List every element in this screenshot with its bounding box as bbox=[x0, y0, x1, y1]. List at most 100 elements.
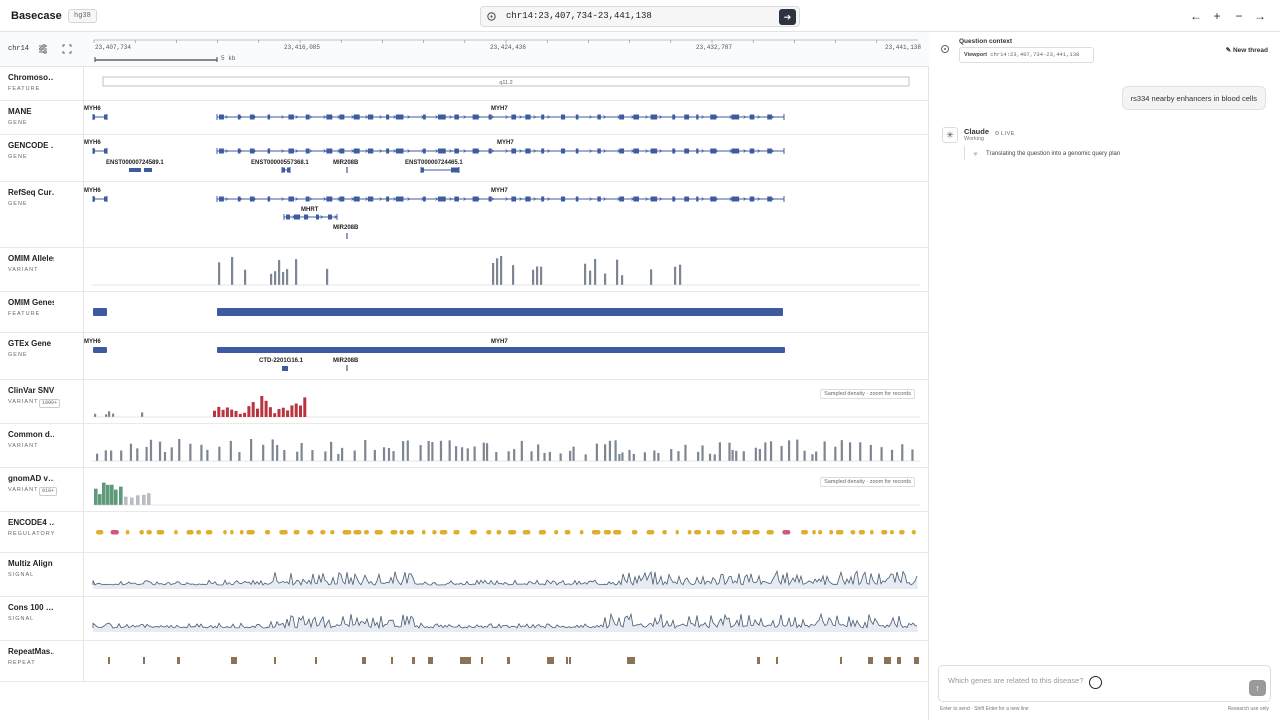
variant-bar[interactable] bbox=[230, 409, 234, 417]
variant-bar[interactable] bbox=[621, 275, 624, 285]
regulatory-element[interactable] bbox=[110, 530, 119, 535]
gene-exon[interactable] bbox=[421, 167, 424, 173]
variant-bar[interactable] bbox=[823, 441, 826, 461]
variant-bar[interactable] bbox=[98, 494, 102, 505]
variant-bar[interactable] bbox=[536, 266, 539, 285]
variant-bar[interactable] bbox=[270, 273, 273, 285]
regulatory-element[interactable] bbox=[279, 530, 288, 535]
gene-exon[interactable] bbox=[710, 114, 717, 120]
variant-bar[interactable] bbox=[218, 446, 221, 461]
variant-bar[interactable] bbox=[238, 413, 242, 417]
gene-exon[interactable] bbox=[367, 196, 374, 202]
repeat-element[interactable] bbox=[460, 657, 471, 664]
variant-bar[interactable] bbox=[454, 446, 458, 461]
variant-bar[interactable] bbox=[911, 449, 914, 461]
regulatory-element[interactable] bbox=[715, 530, 725, 535]
gtex-gene-bar[interactable] bbox=[217, 347, 785, 353]
variant-bar[interactable] bbox=[218, 262, 221, 285]
gene-label[interactable]: MYH6 bbox=[84, 339, 101, 345]
variant-bar[interactable] bbox=[281, 407, 285, 417]
regulatory-element[interactable] bbox=[186, 530, 194, 535]
variant-bar[interactable] bbox=[735, 450, 738, 461]
variant-bar[interactable] bbox=[530, 451, 533, 461]
message-composer[interactable]: Which genes are related to this disease?… bbox=[938, 665, 1271, 702]
gene-label[interactable]: ENST00000557368.1 bbox=[251, 160, 309, 166]
variant-bar[interactable] bbox=[713, 454, 716, 461]
regulatory-element[interactable] bbox=[812, 530, 816, 535]
variant-bar[interactable] bbox=[448, 440, 451, 461]
variant-bar[interactable] bbox=[742, 451, 745, 461]
variant-bar[interactable] bbox=[815, 451, 818, 461]
regulatory-element[interactable] bbox=[432, 530, 437, 535]
gene-label[interactable]: MYH7 bbox=[491, 106, 508, 112]
gene-exon[interactable] bbox=[328, 214, 332, 220]
regulatory-element[interactable] bbox=[538, 530, 547, 535]
variant-bar[interactable] bbox=[848, 442, 852, 461]
regulatory-element[interactable] bbox=[829, 530, 834, 535]
repeat-element[interactable] bbox=[428, 657, 433, 664]
omim-gene-bar[interactable] bbox=[93, 308, 107, 316]
gene-exon[interactable] bbox=[395, 148, 404, 154]
variant-bar[interactable] bbox=[145, 446, 148, 461]
gene-exon[interactable] bbox=[672, 114, 676, 120]
track-canvas[interactable] bbox=[84, 248, 929, 292]
variant-bar[interactable] bbox=[840, 440, 843, 461]
gene-exon[interactable] bbox=[472, 148, 479, 154]
variant-bar[interactable] bbox=[158, 441, 162, 461]
variant-bar[interactable] bbox=[754, 447, 757, 461]
variant-bar[interactable] bbox=[387, 447, 391, 461]
track-name[interactable]: ENCODE4 … bbox=[8, 518, 54, 527]
gene-exon[interactable] bbox=[305, 196, 310, 202]
variant-bar[interactable] bbox=[324, 451, 327, 461]
gene-exon[interactable] bbox=[93, 148, 95, 154]
gene-exon[interactable] bbox=[488, 196, 492, 202]
variant-bar[interactable] bbox=[880, 447, 883, 461]
variant-bar[interactable] bbox=[643, 452, 646, 461]
regulatory-element[interactable] bbox=[800, 530, 809, 535]
regulatory-element[interactable] bbox=[439, 530, 448, 535]
variant-bar[interactable] bbox=[147, 493, 151, 505]
repeat-element[interactable] bbox=[481, 657, 483, 664]
track-canvas[interactable]: MYH6 MYH7 bbox=[84, 101, 929, 135]
gene-exon[interactable] bbox=[451, 167, 459, 173]
gene-exon[interactable] bbox=[219, 148, 224, 154]
composer-placeholder[interactable]: Which genes are related to this disease? bbox=[948, 676, 1084, 685]
transcript-exon[interactable] bbox=[129, 168, 141, 172]
repeat-element[interactable] bbox=[868, 657, 873, 664]
variant-bar[interactable] bbox=[200, 444, 203, 461]
repeat-element[interactable] bbox=[884, 657, 891, 664]
track-name[interactable]: ClinVar SNVs bbox=[8, 386, 54, 395]
gene-exon[interactable] bbox=[767, 148, 772, 154]
repeat-element[interactable] bbox=[231, 657, 237, 664]
variant-bar[interactable] bbox=[330, 441, 333, 461]
gtex-gene-bar[interactable] bbox=[93, 347, 107, 353]
variant-bar[interactable] bbox=[869, 444, 872, 461]
gene-exon[interactable] bbox=[597, 196, 601, 202]
variant-bar[interactable] bbox=[657, 452, 660, 461]
gene-label[interactable]: MIR208B bbox=[333, 160, 359, 166]
viewport-chip[interactable]: Viewport chr14:23,407,734-23,441,138 bbox=[959, 47, 1094, 63]
track-row[interactable]: RepeatMas… REPEAT bbox=[0, 641, 929, 682]
gene-exon[interactable] bbox=[395, 196, 404, 202]
variant-bar[interactable] bbox=[217, 406, 221, 417]
track-canvas[interactable]: MYH6 MYH7 CTD-2201G16.1 MIR208B bbox=[84, 333, 929, 380]
gene-exon[interactable] bbox=[219, 196, 224, 202]
gene-exon[interactable] bbox=[326, 196, 333, 202]
variant-bar[interactable] bbox=[170, 447, 173, 461]
gene-label[interactable]: ENST00000724589.1 bbox=[106, 160, 164, 166]
regulatory-element[interactable] bbox=[96, 530, 104, 535]
variant-bar[interactable] bbox=[119, 486, 123, 505]
variant-bar[interactable] bbox=[303, 397, 307, 417]
gene-exon[interactable] bbox=[696, 114, 699, 120]
gene-exon[interactable] bbox=[386, 148, 390, 154]
regulatory-element[interactable] bbox=[196, 530, 202, 535]
gene-exon[interactable] bbox=[454, 196, 459, 202]
gene-exon[interactable] bbox=[93, 196, 95, 202]
gene-exon[interactable] bbox=[749, 148, 755, 154]
gene-label[interactable]: MYH6 bbox=[84, 140, 101, 146]
variant-bar[interactable] bbox=[277, 408, 281, 417]
variant-bar[interactable] bbox=[373, 449, 376, 461]
regulatory-element[interactable] bbox=[239, 530, 244, 535]
gene-exon[interactable] bbox=[749, 196, 755, 202]
variant-bar[interactable] bbox=[268, 407, 272, 417]
